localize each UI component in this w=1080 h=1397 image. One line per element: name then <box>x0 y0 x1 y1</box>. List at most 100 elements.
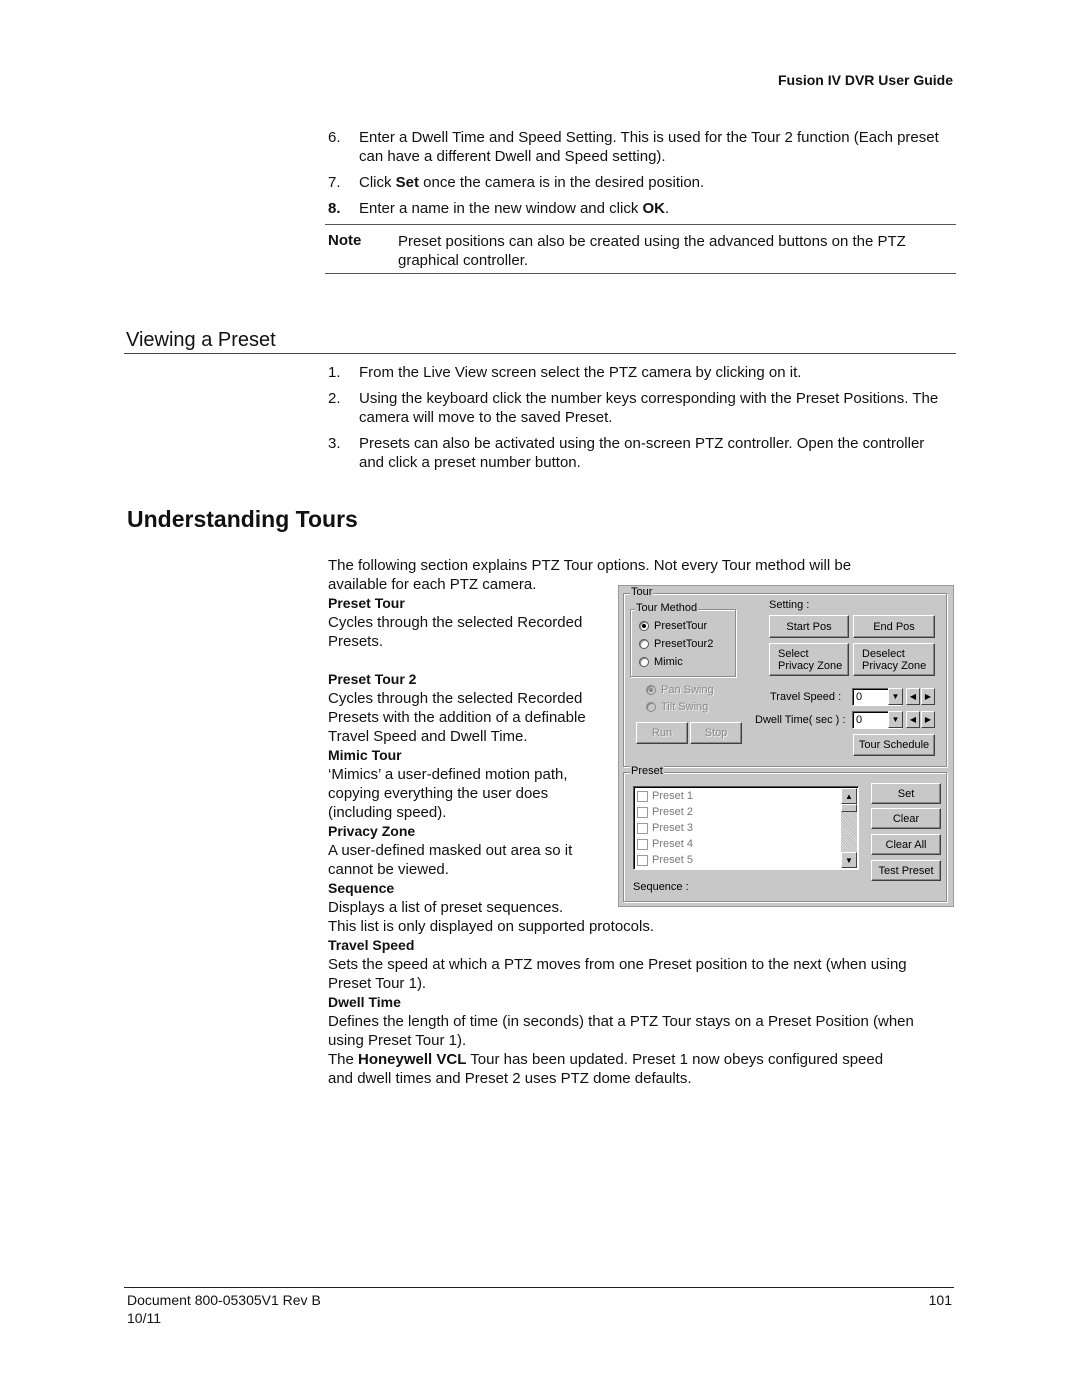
tour-method-label: Tour Method <box>635 602 699 614</box>
preset-list-item[interactable]: Preset 4 <box>637 838 693 850</box>
radio-label: Tilt Swing <box>661 701 709 713</box>
tour-schedule-button[interactable]: Tour Schedule <box>853 734 935 756</box>
term-dwell-time: Dwell Time <box>328 994 401 1010</box>
preset-group-label: Preset <box>630 765 664 777</box>
set-button[interactable]: Set <box>871 783 941 804</box>
radio-selected-icon <box>646 685 656 695</box>
checkbox-icon[interactable] <box>637 854 648 866</box>
checkbox-icon[interactable] <box>637 790 648 802</box>
preset-list-scrollbar[interactable]: ▲ ▼ <box>841 788 857 868</box>
section-heading-understanding-tours: Understanding Tours <box>127 506 358 532</box>
preset-list-item[interactable]: Preset 3 <box>637 822 693 834</box>
arrow-left-icon[interactable]: ◀ <box>906 711 920 728</box>
preset-label: Preset 4 <box>652 838 693 850</box>
run-button[interactable]: Run <box>636 722 688 744</box>
preset-label: Preset 3 <box>652 822 693 834</box>
setting-label: Setting : <box>769 599 810 611</box>
term-desc: Defines the length of time (in seconds) … <box>328 1013 914 1030</box>
arrow-right-icon[interactable]: ▶ <box>921 688 935 705</box>
viewing-step-1: 1. From the Live View screen select the … <box>328 363 953 382</box>
radio-selected-icon <box>639 621 649 631</box>
radio-mimic[interactable]: Mimic <box>639 656 683 668</box>
term-desc: using Preset Tour 1). <box>328 1032 467 1049</box>
note-label: Note <box>328 232 362 249</box>
intro-line-2: available for each PTZ camera. <box>328 576 537 593</box>
checkbox-icon[interactable] <box>637 806 648 818</box>
term-desc: Cycles through the selected Recorded <box>328 690 583 707</box>
deselect-privacy-zone-button[interactable]: Deselect Privacy Zone <box>853 643 935 676</box>
closing-text: The <box>328 1051 359 1068</box>
term-desc: cannot be viewed. <box>328 861 449 878</box>
viewing-step-2: 2. Using the keyboard click the number k… <box>328 389 953 427</box>
checkbox-icon[interactable] <box>637 822 648 834</box>
step-7: 7. Click Set once the camera is in the d… <box>328 173 953 192</box>
term-desc: Presets with the addition of a definable <box>328 709 586 726</box>
closing-line-2: and dwell times and Preset 2 uses PTZ do… <box>328 1070 692 1087</box>
closing-bold: Honeywell VCL <box>358 1051 467 1068</box>
sequence-label: Sequence : <box>633 881 689 893</box>
step-text: Presets can also be activated using the … <box>359 435 925 471</box>
arrow-right-icon[interactable]: ▶ <box>921 711 935 728</box>
arrow-left-icon[interactable]: ◀ <box>906 688 920 705</box>
chevron-down-icon[interactable]: ▼ <box>888 688 903 705</box>
step-text: From the Live View screen select the PTZ… <box>359 364 802 381</box>
preset-list-item[interactable]: Preset 1 <box>637 790 693 802</box>
ptz-tour-dialog: Tour Tour Method PresetTour PresetTour2 … <box>618 585 954 907</box>
radio-tilt-swing[interactable]: Tilt Swing <box>646 701 708 713</box>
radio-preset-tour2[interactable]: PresetTour2 <box>639 638 713 650</box>
tour-group-label: Tour <box>630 586 654 598</box>
page-number: 101 <box>928 1292 952 1308</box>
tour-method-group: Tour Method PresetTour PresetTour2 Mimic <box>630 602 736 677</box>
term-travel-speed: Travel Speed <box>328 937 415 953</box>
step-text: once the camera is in the desired positi… <box>419 174 705 191</box>
term-desc: Cycles through the selected Recorded <box>328 614 583 631</box>
term-desc: Travel Speed and Dwell Time. <box>328 728 528 745</box>
select-privacy-zone-button[interactable]: Select Privacy Zone <box>769 643 849 676</box>
term-desc: Presets. <box>328 633 384 650</box>
scroll-up-icon[interactable]: ▲ <box>841 788 857 804</box>
term-desc: Preset Tour 1). <box>328 975 427 992</box>
scroll-down-icon[interactable]: ▼ <box>841 852 857 868</box>
step-number: 3. <box>328 435 341 452</box>
radio-icon <box>639 657 649 667</box>
footer-rule <box>124 1287 954 1288</box>
footer-date: 10/11 <box>127 1310 161 1326</box>
step-number: 1. <box>328 364 341 381</box>
step-number: 8. <box>328 200 341 217</box>
step-text: Click <box>359 174 396 191</box>
preset-list-item[interactable]: Preset 2 <box>637 806 693 818</box>
start-pos-button[interactable]: Start Pos <box>769 615 849 638</box>
radio-label: PresetTour <box>654 620 708 632</box>
section-rule <box>124 353 956 354</box>
button-label: Select <box>778 647 809 660</box>
button-label: Privacy Zone <box>862 659 927 672</box>
running-header: Fusion IV DVR User Guide <box>777 72 953 88</box>
step-bold: Set <box>395 174 420 191</box>
button-label: Deselect <box>862 647 905 660</box>
stop-button[interactable]: Stop <box>690 722 742 744</box>
chevron-down-icon[interactable]: ▼ <box>888 711 903 728</box>
tour-group: Tour Tour Method PresetTour PresetTour2 … <box>623 586 947 767</box>
preset-list[interactable]: Preset 1 Preset 2 Preset 3 Preset 4 Pres… <box>633 786 859 870</box>
test-preset-button[interactable]: Test Preset <box>871 860 941 881</box>
closing-text: Tour has been updated. Preset 1 now obey… <box>466 1051 884 1068</box>
closing-line-1: The Honeywell VCL Tour has been updated.… <box>328 1050 883 1069</box>
preset-list-item[interactable]: Preset 5 <box>637 854 693 866</box>
footer-document-id: Document 800-05305V1 Rev B <box>127 1292 321 1308</box>
step-6: 6. Enter a Dwell Time and Speed Setting.… <box>328 128 953 166</box>
step-text: Enter a name in the new window and click <box>359 200 643 217</box>
note-top-rule <box>325 224 956 225</box>
clear-button[interactable]: Clear <box>871 808 941 829</box>
radio-label: Pan Swing <box>661 684 714 696</box>
term-sequence: Sequence <box>328 880 395 896</box>
intro-line-1: The following section explains PTZ Tour … <box>328 557 852 574</box>
scroll-thumb[interactable] <box>841 804 857 812</box>
term-desc: Sets the speed at which a PTZ moves from… <box>328 956 907 973</box>
preset-label: Preset 5 <box>652 854 693 866</box>
radio-pan-swing[interactable]: Pan Swing <box>646 684 714 696</box>
radio-preset-tour[interactable]: PresetTour <box>639 620 707 632</box>
clear-all-button[interactable]: Clear All <box>871 834 941 855</box>
term-desc: copying everything the user does <box>328 785 549 802</box>
end-pos-button[interactable]: End Pos <box>853 615 935 638</box>
checkbox-icon[interactable] <box>637 838 648 850</box>
